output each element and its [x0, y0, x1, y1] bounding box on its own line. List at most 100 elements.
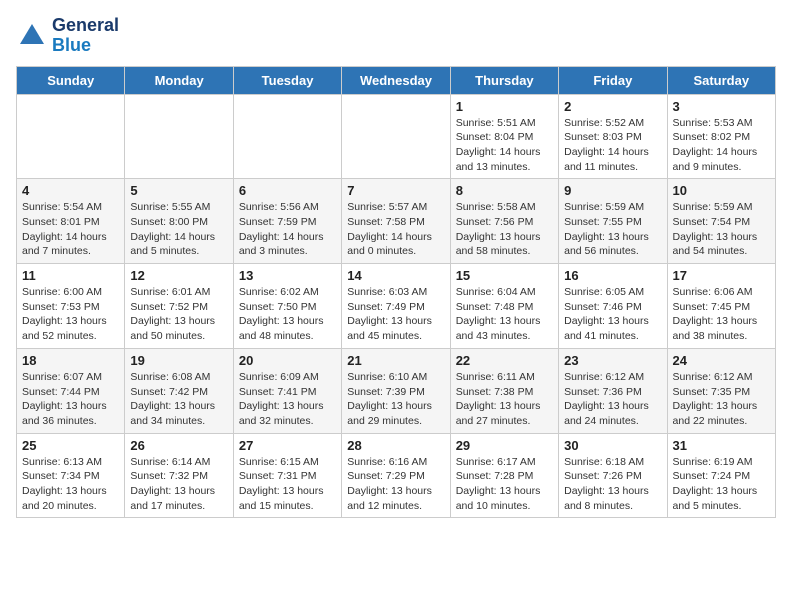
column-header-friday: Friday [559, 66, 667, 94]
calendar-cell [17, 94, 125, 179]
day-info: Sunrise: 6:00 AMSunset: 7:53 PMDaylight:… [22, 285, 119, 344]
day-number: 12 [130, 268, 227, 283]
day-info: Sunrise: 6:18 AMSunset: 7:26 PMDaylight:… [564, 455, 661, 514]
calendar-week-1: 1Sunrise: 5:51 AMSunset: 8:04 PMDaylight… [17, 94, 776, 179]
day-number: 8 [456, 183, 553, 198]
day-info: Sunrise: 5:55 AMSunset: 8:00 PMDaylight:… [130, 200, 227, 259]
day-info: Sunrise: 5:54 AMSunset: 8:01 PMDaylight:… [22, 200, 119, 259]
calendar-cell: 8Sunrise: 5:58 AMSunset: 7:56 PMDaylight… [450, 179, 558, 264]
logo: General Blue [16, 16, 119, 56]
calendar-cell: 9 Sunrise: 5:59 AMSunset: 7:55 PMDaylight… [559, 179, 667, 264]
day-number: 14 [347, 268, 444, 283]
day-info: Sunrise: 6:12 AMSunset: 7:36 PMDaylight:… [564, 370, 661, 429]
calendar-week-5: 25 Sunrise: 6:13 AMSunset: 7:34 PMDayligh… [17, 433, 776, 518]
calendar-cell: 14 Sunrise: 6:03 AMSunset: 7:49 PMDayligh… [342, 264, 450, 349]
day-info: Sunrise: 6:08 AMSunset: 7:42 PMDaylight:… [130, 370, 227, 429]
day-info: Sunrise: 5:57 AMSunset: 7:58 PMDaylight:… [347, 200, 444, 259]
day-number: 16 [564, 268, 661, 283]
calendar-cell: 18Sunrise: 6:07 AMSunset: 7:44 PMDayligh… [17, 348, 125, 433]
day-number: 4 [22, 183, 119, 198]
day-number: 22 [456, 353, 553, 368]
day-number: 13 [239, 268, 336, 283]
calendar-week-4: 18Sunrise: 6:07 AMSunset: 7:44 PMDayligh… [17, 348, 776, 433]
calendar-cell: 4 Sunrise: 5:54 AMSunset: 8:01 PMDaylight… [17, 179, 125, 264]
calendar-cell [233, 94, 341, 179]
column-header-wednesday: Wednesday [342, 66, 450, 94]
day-number: 17 [673, 268, 770, 283]
day-number: 24 [673, 353, 770, 368]
day-info: Sunrise: 6:06 AMSunset: 7:45 PMDaylight:… [673, 285, 770, 344]
day-number: 15 [456, 268, 553, 283]
day-info: Sunrise: 5:59 AMSunset: 7:55 PMDaylight:… [564, 200, 661, 259]
calendar-cell [125, 94, 233, 179]
day-number: 2 [564, 99, 661, 114]
calendar-table: SundayMondayTuesdayWednesdayThursdayFrid… [16, 66, 776, 519]
calendar-cell: 17 Sunrise: 6:06 AMSunset: 7:45 PMDayligh… [667, 264, 775, 349]
day-info: Sunrise: 6:02 AMSunset: 7:50 PMDaylight:… [239, 285, 336, 344]
calendar-cell: 5 Sunrise: 5:55 AMSunset: 8:00 PMDaylight… [125, 179, 233, 264]
day-info: Sunrise: 6:14 AMSunset: 7:32 PMDaylight:… [130, 455, 227, 514]
page-header: General Blue [16, 16, 776, 56]
day-info: Sunrise: 6:19 AMSunset: 7:24 PMDaylight:… [673, 455, 770, 514]
day-number: 28 [347, 438, 444, 453]
day-number: 18 [22, 353, 119, 368]
calendar-cell: 13 Sunrise: 6:02 AMSunset: 7:50 PMDayligh… [233, 264, 341, 349]
logo-text: General Blue [52, 16, 119, 56]
calendar-cell: 21Sunrise: 6:10 AMSunset: 7:39 PMDayligh… [342, 348, 450, 433]
day-number: 5 [130, 183, 227, 198]
column-header-sunday: Sunday [17, 66, 125, 94]
calendar-cell: 27Sunrise: 6:15 AMSunset: 7:31 PMDayligh… [233, 433, 341, 518]
day-number: 3 [673, 99, 770, 114]
day-info: Sunrise: 6:09 AMSunset: 7:41 PMDaylight:… [239, 370, 336, 429]
day-info: Sunrise: 6:03 AMSunset: 7:49 PMDaylight:… [347, 285, 444, 344]
calendar-cell: 29Sunrise: 6:17 AMSunset: 7:28 PMDayligh… [450, 433, 558, 518]
calendar-cell: 12Sunrise: 6:01 AMSunset: 7:52 PMDayligh… [125, 264, 233, 349]
calendar-cell [342, 94, 450, 179]
column-header-saturday: Saturday [667, 66, 775, 94]
calendar-cell: 31 Sunrise: 6:19 AMSunset: 7:24 PMDayligh… [667, 433, 775, 518]
calendar-cell: 30 Sunrise: 6:18 AMSunset: 7:26 PMDayligh… [559, 433, 667, 518]
column-header-thursday: Thursday [450, 66, 558, 94]
day-info: Sunrise: 5:52 AMSunset: 8:03 PMDaylight:… [564, 116, 661, 175]
logo-icon [16, 20, 48, 52]
calendar-cell: 26 Sunrise: 6:14 AMSunset: 7:32 PMDayligh… [125, 433, 233, 518]
day-info: Sunrise: 6:17 AMSunset: 7:28 PMDaylight:… [456, 455, 553, 514]
calendar-cell: 1Sunrise: 5:51 AMSunset: 8:04 PMDaylight… [450, 94, 558, 179]
day-number: 1 [456, 99, 553, 114]
day-info: Sunrise: 5:56 AMSunset: 7:59 PMDaylight:… [239, 200, 336, 259]
calendar-cell: 15Sunrise: 6:04 AMSunset: 7:48 PMDayligh… [450, 264, 558, 349]
calendar-cell: 28 Sunrise: 6:16 AMSunset: 7:29 PMDayligh… [342, 433, 450, 518]
day-number: 19 [130, 353, 227, 368]
day-number: 6 [239, 183, 336, 198]
calendar-cell: 23 Sunrise: 6:12 AMSunset: 7:36 PMDayligh… [559, 348, 667, 433]
column-header-monday: Monday [125, 66, 233, 94]
calendar-cell: 10Sunrise: 5:59 AMSunset: 7:54 PMDayligh… [667, 179, 775, 264]
day-number: 27 [239, 438, 336, 453]
day-info: Sunrise: 5:53 AMSunset: 8:02 PMDaylight:… [673, 116, 770, 175]
calendar-cell: 6 Sunrise: 5:56 AMSunset: 7:59 PMDaylight… [233, 179, 341, 264]
calendar-cell: 25 Sunrise: 6:13 AMSunset: 7:34 PMDayligh… [17, 433, 125, 518]
day-number: 10 [673, 183, 770, 198]
calendar-week-2: 4 Sunrise: 5:54 AMSunset: 8:01 PMDaylight… [17, 179, 776, 264]
day-number: 7 [347, 183, 444, 198]
day-number: 25 [22, 438, 119, 453]
day-number: 11 [22, 268, 119, 283]
day-number: 30 [564, 438, 661, 453]
day-number: 26 [130, 438, 227, 453]
day-number: 31 [673, 438, 770, 453]
day-info: Sunrise: 6:05 AMSunset: 7:46 PMDaylight:… [564, 285, 661, 344]
day-info: Sunrise: 6:13 AMSunset: 7:34 PMDaylight:… [22, 455, 119, 514]
calendar-cell: 11 Sunrise: 6:00 AMSunset: 7:53 PMDayligh… [17, 264, 125, 349]
calendar-cell: 2 Sunrise: 5:52 AMSunset: 8:03 PMDaylight… [559, 94, 667, 179]
day-number: 9 [564, 183, 661, 198]
calendar-cell: 7 Sunrise: 5:57 AMSunset: 7:58 PMDaylight… [342, 179, 450, 264]
day-info: Sunrise: 6:16 AMSunset: 7:29 PMDaylight:… [347, 455, 444, 514]
calendar-cell: 3 Sunrise: 5:53 AMSunset: 8:02 PMDaylight… [667, 94, 775, 179]
calendar-cell: 22 Sunrise: 6:11 AMSunset: 7:38 PMDayligh… [450, 348, 558, 433]
calendar-cell: 19 Sunrise: 6:08 AMSunset: 7:42 PMDayligh… [125, 348, 233, 433]
day-number: 20 [239, 353, 336, 368]
day-info: Sunrise: 6:11 AMSunset: 7:38 PMDaylight:… [456, 370, 553, 429]
day-info: Sunrise: 6:12 AMSunset: 7:35 PMDaylight:… [673, 370, 770, 429]
day-info: Sunrise: 6:10 AMSunset: 7:39 PMDaylight:… [347, 370, 444, 429]
day-number: 23 [564, 353, 661, 368]
